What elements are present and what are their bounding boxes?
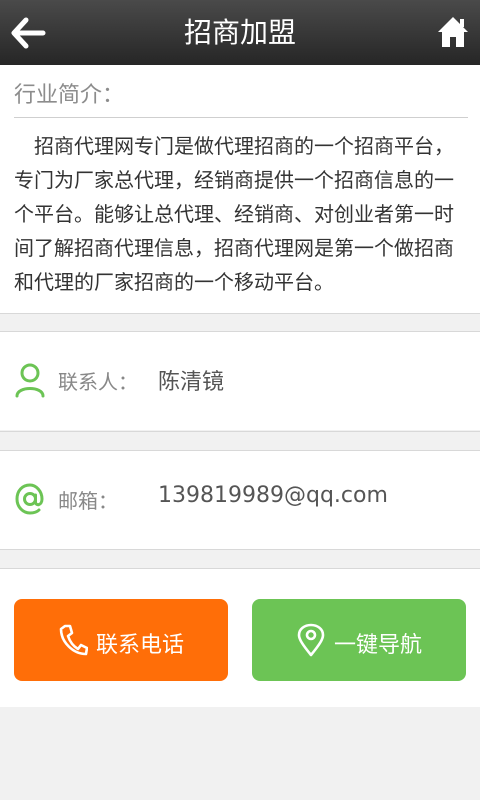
phone-icon (59, 624, 88, 656)
intro-heading: 行业简介： (14, 83, 125, 108)
top-bar: 招商加盟 (0, 0, 480, 65)
navigate-button-label: 一键导航 (334, 633, 423, 658)
action-buttons-section: 联系电话 一键导航 (0, 569, 480, 707)
email-value: 139819989@qq.com (158, 483, 388, 508)
contact-person-row: 联系人： 陈清镜 (0, 332, 480, 430)
intro-text: 招商代理网专门是做代理招商的一个招商平台，专门为厂家总代理，经销商提供一个招商信… (14, 134, 454, 294)
page-title: 招商加盟 (183, 16, 296, 49)
navigate-button[interactable]: 一键导航 (252, 599, 466, 681)
section-divider (0, 313, 480, 314)
call-phone-button[interactable]: 联系电话 (14, 599, 228, 681)
at-icon (15, 483, 44, 515)
contact-label: 联系人： (58, 370, 138, 394)
email-row: 邮箱： 139819989@qq.com (0, 451, 480, 549)
section-divider (0, 431, 480, 432)
location-pin-icon (297, 623, 325, 657)
call-button-label: 联系电话 (96, 633, 185, 658)
person-icon (15, 363, 45, 398)
industry-intro-section: 行业简介： 招商代理网专门是做代理招商的一个招商平台，专门为厂家总代理，经销商提… (0, 65, 480, 313)
heading-divider (14, 117, 468, 118)
email-label: 邮箱： (58, 489, 118, 513)
contact-value: 陈清镜 (158, 370, 225, 395)
home-icon[interactable] (436, 14, 470, 50)
section-divider (0, 549, 480, 550)
